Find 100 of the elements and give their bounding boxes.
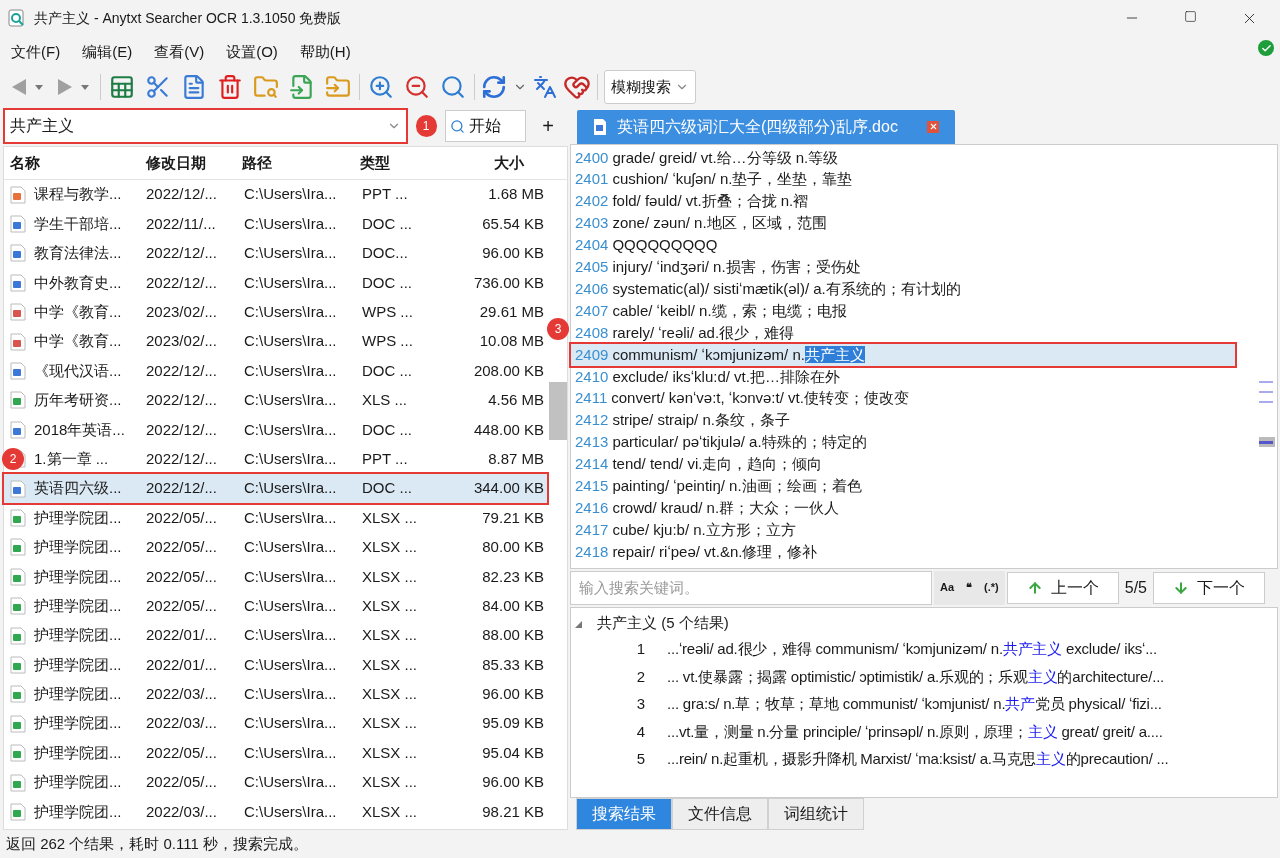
translate-icon[interactable] — [533, 75, 557, 99]
menu-item[interactable]: 帮助(H) — [288, 40, 362, 64]
trash-icon[interactable] — [217, 74, 243, 100]
scrollbar-thumb[interactable] — [549, 382, 567, 440]
zoom-out-icon[interactable] — [404, 74, 430, 100]
folder-import-icon[interactable] — [325, 74, 351, 100]
find-option-toggle[interactable]: ❝ — [966, 579, 973, 596]
menu-item[interactable]: 设置(O) — [215, 40, 289, 64]
import-icon[interactable] — [289, 74, 315, 100]
start-button[interactable]: 开始 — [444, 110, 527, 142]
table-cell-text: 10.08 MB — [478, 331, 544, 352]
search-field[interactable]: 共产主义 — [3, 108, 408, 144]
table-cell-text: C:\Users\Ira... — [244, 184, 338, 205]
menu-item[interactable]: 查看(V) — [143, 40, 216, 64]
result-row[interactable]: 4 ...vt.量，测量 n.分量 principle/ ʻprinsəpl/ n.原则，原理；主义 great/ greit/ a.... — [571, 718, 1277, 746]
result-row[interactable]: 3 ... gra:s/ n.草；牧草；草地 communist/ ʻkɔmjunist/ n.共产党员 physical/ ʻfizi... — [571, 690, 1277, 719]
result-row[interactable]: 1 ...ʻreəli/ ad.很少，难得 communism/ ʻkɔmjunizəm/ n.共产主义 exclude/ iksʻ... — [571, 635, 1277, 664]
zoom-in-icon[interactable] — [368, 74, 394, 100]
file-icon — [10, 420, 26, 439]
result-index: 2 — [635, 666, 646, 687]
menu-item[interactable]: 文件(F) — [0, 40, 72, 64]
table-cell-text: 中外教育史... — [34, 272, 123, 293]
table-cell-text: 2022/11/... — [146, 213, 217, 234]
menu-item[interactable]: 编辑(E) — [71, 40, 144, 64]
table-cell-text: 护理学院团... — [34, 713, 123, 734]
scrollbar-markers-drawing — [1257, 378, 1275, 449]
table-cell-text: 2022/12/... — [146, 184, 218, 205]
search-mode-dropdown[interactable]: 模糊搜索 — [604, 70, 696, 104]
refresh-icon[interactable] — [481, 74, 507, 100]
table-cell-text: 中学《教育... — [34, 331, 123, 352]
table-cell-text: C:\Users\Ira... — [244, 801, 338, 822]
table-cell-text: C:\Users\Ira... — [244, 419, 338, 440]
bottom-tab[interactable]: 词组统计 — [768, 798, 864, 830]
column-header[interactable]: 大小 — [448, 151, 546, 175]
table-cell-text: XLSX ... — [362, 772, 419, 793]
line-text: exclude/ iksʻklu:d/ vt.把…排除在外 — [612, 366, 840, 387]
find-field[interactable]: 输入搜索关键词。 — [570, 570, 932, 605]
result-group-label[interactable]: 共产主义 (5 个结果) — [597, 612, 729, 635]
bottom-tab[interactable]: 搜索结果 — [576, 798, 672, 830]
line-text: painting/ ʻpeintiŋ/ n.油画；绘画；着色 — [612, 475, 862, 496]
table-cell-text: 历年考研资... — [34, 390, 123, 411]
table-cell-text: C:\Users\Ira... — [244, 566, 338, 587]
line-number: 2409 — [574, 344, 610, 365]
folder-search-icon[interactable] — [253, 74, 279, 100]
table-cell-text: XLSX ... — [362, 654, 419, 675]
table-cell-text: 344.00 KB — [472, 478, 544, 499]
table-cell-text: WPS ... — [362, 331, 414, 352]
table-cell-text: 2022/03/... — [146, 713, 218, 734]
table-cell-text: 1.68 MB — [487, 184, 544, 205]
line-number: 2418 — [574, 541, 610, 562]
document-icon[interactable] — [181, 74, 207, 100]
close-tab-icon[interactable] — [927, 120, 939, 133]
add-tab-button[interactable]: + — [534, 111, 562, 141]
table-cell-text: C:\Users\Ira... — [244, 595, 338, 616]
line-number: 2403 — [574, 213, 610, 234]
table-cell-text: 护理学院团... — [34, 625, 123, 646]
maximize-icon[interactable] — [1184, 9, 1197, 23]
line-number: 2416 — [574, 497, 610, 518]
table-cell-text: 中学《教育... — [34, 302, 123, 322]
line-number: 2415 — [574, 475, 610, 496]
find-option-toggle[interactable]: Aa — [940, 579, 955, 596]
column-header[interactable]: 名称 — [4, 151, 142, 175]
result-index: 1 — [635, 639, 646, 660]
line-text: zone/ zəun/ n.地区，区域，范围 — [612, 213, 827, 234]
previous-button[interactable]: 上一个 — [1006, 571, 1119, 604]
search-icon[interactable] — [440, 74, 466, 100]
line-text: crowd/ kraud/ n.群；大众；一伙人 — [612, 497, 840, 518]
scissors-icon[interactable] — [145, 74, 171, 100]
spreadsheet-icon[interactable] — [109, 74, 135, 100]
table-cell-text: C:\Users\Ira... — [244, 507, 338, 528]
column-header[interactable]: 修改日期 — [142, 151, 240, 175]
result-row[interactable]: 2 ... vt.使暴露；揭露 optimistic/ ɔptimistik/ a.乐观的；乐观主义的architecture/... — [571, 663, 1277, 691]
line-text: grade/ greid/ vt.给…分等级 n.等级 — [612, 147, 839, 168]
table-cell-text: 2022/12/... — [146, 419, 218, 440]
table-cell-text: 护理学院团... — [34, 801, 123, 822]
table-cell-text: 2022/05/... — [146, 566, 218, 587]
line-number: 2417 — [574, 519, 610, 540]
table-cell-text: 护理学院团... — [34, 566, 123, 587]
table-cell-text: 82.23 KB — [481, 566, 544, 587]
table-cell-text: 2022/05/... — [146, 507, 218, 528]
file-icon — [10, 802, 26, 821]
line-number: 2411 — [574, 388, 609, 409]
file-icon — [10, 509, 26, 527]
result-snippet: ...ʻreəli/ ad.很少，难得 communism/ ʻkɔmjunizəm/ n.共产主义 exclude/ iksʻ... — [667, 639, 1158, 660]
result-snippet: ...vt.量，测量 n.分量 principle/ ʻprinsəpl/ n.原则，原理；主义 great/ greit/ a.... — [667, 721, 1163, 742]
column-header[interactable]: 路径 — [240, 151, 358, 175]
next-button[interactable]: 下一个 — [1153, 571, 1265, 604]
table-cell-text: C:\Users\Ira... — [244, 302, 338, 322]
result-index: 4 — [635, 721, 646, 742]
table-cell-text: 课程与教学... — [34, 184, 123, 205]
match-counter: 5/5 — [1123, 577, 1148, 598]
table-cell-text: 护理学院团... — [34, 742, 123, 763]
find-option-toggle[interactable]: (.*) — [984, 579, 999, 596]
table-cell-text: 4.56 MB — [487, 390, 544, 411]
column-header[interactable]: 类型 — [358, 151, 448, 175]
heart-hands-icon[interactable] — [563, 73, 591, 101]
bottom-tab[interactable]: 文件信息 — [672, 798, 768, 830]
file-icon — [10, 773, 26, 792]
line-text: fold/ fəuld/ vt.折叠；合拢 n.褶 — [612, 191, 809, 212]
result-row[interactable]: 5 ...rein/ n.起重机，摄影升降机 Marxist/ ʻma:ksist/ a.马克思主义的precaution/ ... — [571, 745, 1277, 774]
